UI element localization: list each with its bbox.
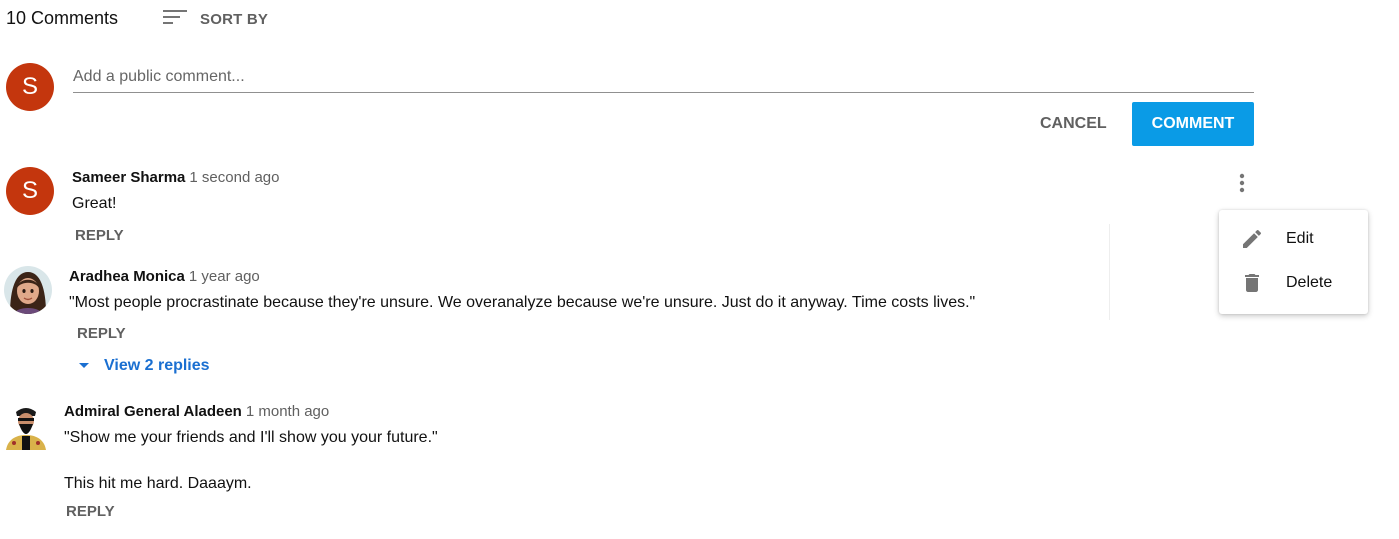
reply-button[interactable]: REPLY [66, 503, 115, 520]
comment-header: Sameer Sharma 1 second ago [72, 169, 279, 187]
reply-button[interactable]: REPLY [77, 325, 126, 342]
sort-icon [163, 8, 187, 31]
comment-text: "Show me your friends and I'll show you … [64, 429, 438, 446]
view-replies-button[interactable]: View 2 replies [78, 357, 210, 375]
avatar [4, 266, 52, 314]
avatar: S [6, 63, 54, 111]
comment-count: 10 Comments [6, 8, 119, 28]
more-options-button[interactable] [1229, 172, 1255, 198]
comment-options-menu: Edit Delete [1219, 210, 1368, 314]
comment-author[interactable]: Aradhea Monica [69, 268, 185, 285]
pencil-icon [1239, 226, 1265, 252]
menu-item-edit[interactable]: Edit [1219, 218, 1368, 260]
comment-text: "Most people procrastinate because they'… [69, 294, 976, 311]
avatar [2, 402, 50, 450]
view-replies-label: View 2 replies [104, 357, 210, 374]
comment-input[interactable] [73, 62, 1254, 93]
comment-time[interactable]: 1 year ago [189, 268, 260, 285]
comment-text: Great! [72, 195, 117, 212]
avatar: S [6, 167, 54, 215]
cancel-button[interactable]: CANCEL [1032, 104, 1115, 144]
comment-author[interactable]: Sameer Sharma [72, 169, 185, 186]
comment-time[interactable]: 1 month ago [246, 403, 329, 420]
menu-item-delete[interactable]: Delete [1219, 262, 1368, 304]
trash-icon [1239, 270, 1265, 296]
comment-submit-button[interactable]: COMMENT [1132, 102, 1254, 146]
reply-button[interactable]: REPLY [75, 227, 124, 244]
comment-author[interactable]: Admiral General Aladeen [64, 403, 242, 420]
comment-time[interactable]: 1 second ago [189, 169, 279, 186]
more-vert-icon [1239, 172, 1245, 199]
comment-header: Aradhea Monica 1 year ago [69, 268, 260, 286]
divider [1109, 224, 1110, 320]
sort-by-label: SORT BY [200, 11, 269, 28]
sort-by-button[interactable]: SORT BY [163, 8, 268, 31]
caret-down-icon [78, 357, 90, 375]
comment-header: Admiral General Aladeen 1 month ago [64, 403, 329, 421]
menu-item-label: Delete [1286, 274, 1333, 291]
comment-text: This hit me hard. Daaaym. [64, 475, 252, 492]
menu-item-label: Edit [1286, 230, 1314, 247]
